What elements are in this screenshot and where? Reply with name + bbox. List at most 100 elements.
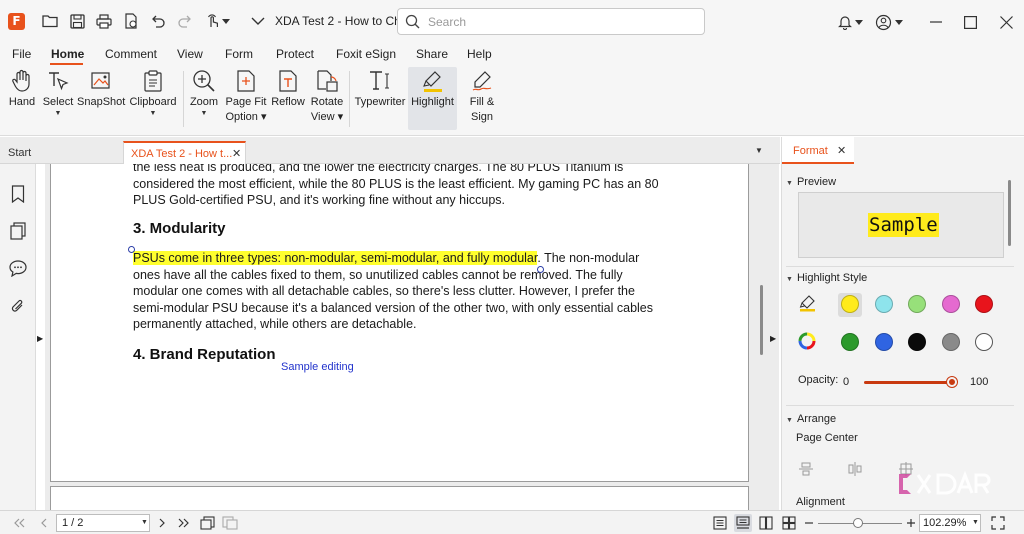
rotate-view-button[interactable]: Rotate View ▾ [309,67,345,131]
clipboard-button[interactable]: Clipboard ▼ [128,67,178,131]
center-horizontal-icon[interactable] [796,459,816,479]
divider [786,405,1014,406]
zoom-level-field[interactable]: 102.29% ▼ [919,514,981,532]
page-fit-option-button[interactable]: Page Fit Option ▾ [224,67,268,131]
hand-tool-button[interactable]: Hand [4,67,40,131]
format-panel-scrollbar[interactable] [1008,180,1011,246]
arrange-section-header[interactable]: ▼ Arrange [786,413,836,425]
chevron-down-icon: ▼ [786,276,793,283]
highlighted-text[interactable]: PSUs come in three types: non-modular, s… [133,251,538,265]
paragraph-modularity[interactable]: PSUs come in three types: non-modular, s… [133,250,673,333]
comments-icon[interactable] [8,258,28,278]
expand-left-panel-icon[interactable]: ▶ [37,334,43,343]
tab-foxit-esign[interactable]: Foxit eSign [336,47,396,61]
continuous-facing-view-icon[interactable] [780,514,798,532]
search-box[interactable] [397,8,705,35]
attachment-icon[interactable] [8,296,28,316]
color-picker-icon[interactable] [798,332,818,352]
tab-help[interactable]: Help [467,47,492,61]
tab-comment[interactable]: Comment [105,47,157,61]
color-swatch[interactable] [874,333,893,351]
fill-sign-button[interactable]: Fill & Sign [464,67,500,131]
page-dropdown-icon[interactable]: ▼ [141,519,148,526]
open-folder-icon[interactable] [40,11,60,31]
undo-icon[interactable] [148,11,168,31]
account-dropdown-icon[interactable] [893,11,905,33]
opacity-slider-knob[interactable] [947,377,957,387]
select-tool-button[interactable]: Select ▼ [41,67,75,131]
rotate-label: Rotate [310,96,344,108]
page-number-field[interactable]: 1 / 2 ▼ [56,514,150,532]
customize-dropdown-icon[interactable] [221,11,231,31]
color-swatch[interactable] [841,295,859,313]
tab-protect[interactable]: Protect [276,47,314,61]
next-view-icon[interactable] [221,514,239,532]
scrollbar-thumb[interactable] [760,285,763,355]
single-page-view-icon[interactable] [711,514,729,532]
fullscreen-icon[interactable] [989,514,1007,532]
fill-label: Fill & [469,96,495,108]
center-vertical-icon[interactable] [845,459,865,479]
continuous-view-icon[interactable] [734,514,752,532]
next-page-icon[interactable] [153,514,171,532]
reflow-button[interactable]: Reflow [270,67,306,131]
chevron-down-icon[interactable] [248,11,268,31]
color-swatch[interactable] [975,333,993,351]
notification-dropdown-icon[interactable] [853,11,865,33]
color-swatch[interactable] [941,295,960,313]
close-window-button[interactable] [995,11,1017,33]
color-swatch[interactable] [975,295,993,313]
page-thumbnails-icon[interactable] [8,221,28,241]
preview-section-header[interactable]: ▼ Preview [786,176,836,188]
close-format-icon[interactable]: ✕ [837,144,846,157]
color-swatch[interactable] [908,295,926,313]
save-icon[interactable] [67,11,87,31]
typewriter-label: Typewriter [354,96,406,108]
highlight-style-header[interactable]: ▼ Highlight Style [786,272,867,284]
tab-file[interactable]: File [12,47,31,61]
last-page-icon[interactable] [175,514,193,532]
redo-icon[interactable] [175,11,195,31]
tab-start[interactable]: Start [8,147,31,159]
document-properties-icon[interactable] [121,11,141,31]
typewriter-button[interactable]: Typewriter [354,67,406,131]
zoom-out-icon[interactable] [800,514,818,532]
opacity-slider[interactable] [864,381,952,384]
selection-end-handle[interactable] [537,266,544,273]
selection-start-handle[interactable] [128,246,135,253]
color-swatch[interactable] [941,333,960,351]
zoom-button[interactable]: Zoom ▼ [187,67,221,131]
highlight-button[interactable]: Highlight [408,67,457,130]
first-page-icon[interactable] [10,514,28,532]
highlighter-tool-icon[interactable] [799,294,819,314]
tab-share[interactable]: Share [416,47,448,61]
zoom-in-small-icon[interactable] [902,514,920,532]
previous-view-icon[interactable] [199,514,217,532]
format-tab[interactable]: Format ✕ [782,137,854,164]
zoom-slider-knob[interactable] [853,518,863,528]
tab-document[interactable]: XDA Test 2 - How t... ✕ [123,141,246,164]
print-icon[interactable] [94,11,114,31]
account-icon[interactable] [872,11,894,33]
typewriter-annotation[interactable]: Sample editing [281,361,354,373]
search-input[interactable] [428,13,688,31]
text-line: permanently attached, while others are d… [133,317,417,331]
tab-view[interactable]: View [177,47,203,61]
tab-home[interactable]: Home [51,47,84,61]
color-swatch[interactable] [908,333,926,351]
touch-mode-icon[interactable] [203,11,223,31]
zoom-dropdown-icon[interactable]: ▼ [972,519,979,526]
tab-list-dropdown-icon[interactable]: ▼ [755,146,763,155]
tab-document-label: XDA Test 2 - How t... [131,148,233,160]
color-swatch[interactable] [874,295,893,313]
facing-view-icon[interactable] [757,514,775,532]
bookmark-icon[interactable] [8,184,28,204]
maximize-button[interactable] [959,11,981,33]
previous-page-icon[interactable] [35,514,53,532]
close-tab-icon[interactable]: ✕ [232,147,241,160]
color-swatch[interactable] [841,333,859,351]
snapshot-button[interactable]: SnapShot [77,67,125,131]
minimize-button[interactable] [925,11,947,33]
tab-form[interactable]: Form [225,47,253,61]
collapse-right-panel-icon[interactable]: ▶ [770,334,776,343]
